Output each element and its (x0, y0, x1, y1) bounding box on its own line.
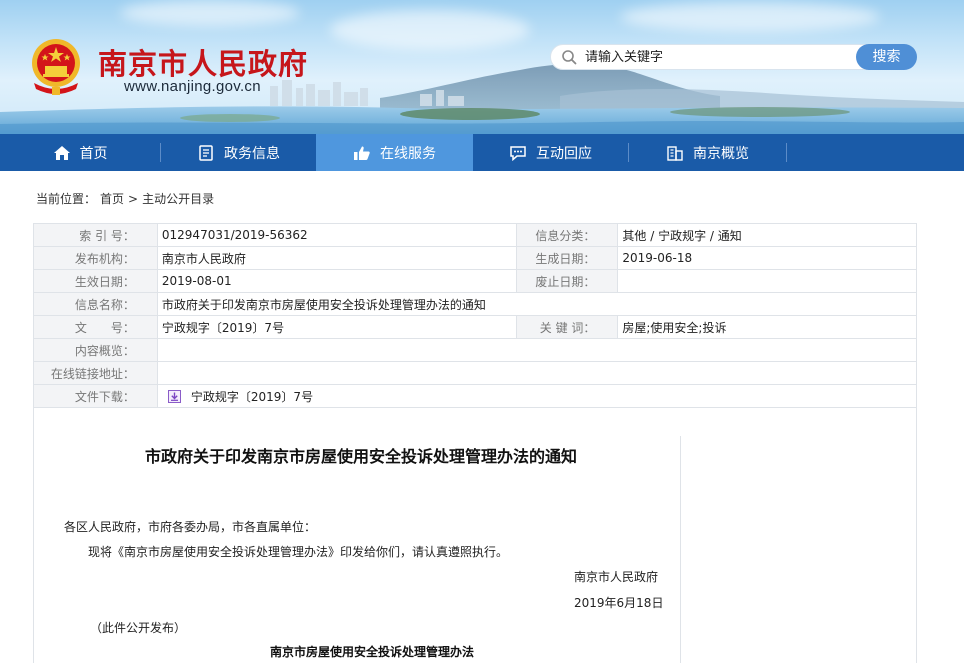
breadcrumb-current-link[interactable]: 主动公开目录 (142, 190, 214, 207)
effective-date-value: 2019-08-01 (156, 269, 518, 293)
main-nav: 首页 政务信息 在线服务 互动回应 南京概览 (0, 134, 964, 171)
article-salutation: 各区人民政府，市府各委办局，市各直属单位： (64, 520, 317, 534)
document-number-label: 文 号： (33, 315, 158, 339)
document-info-table: 索 引 号： 012947031/2019-56362 信息分类： 其他 / 宁… (33, 223, 918, 408)
effective-date-label: 生效日期： (33, 269, 158, 293)
table-row: 文 号： 宁政规字〔2019〕7号 关 键 词： 房屋;使用安全;投诉 (33, 315, 917, 339)
online-link-value (156, 361, 918, 385)
online-link-label: 在线链接地址： (33, 361, 158, 385)
table-row: 生效日期： 2019-08-01 废止日期： (33, 269, 917, 293)
keywords-value: 房屋;使用安全;投诉 (617, 315, 917, 339)
article-divider (680, 436, 681, 663)
document-number-value: 宁政规字〔2019〕7号 (156, 315, 518, 339)
publisher-value: 南京市人民政府 (156, 246, 518, 270)
site-url: www.nanjing.gov.cn (124, 78, 261, 95)
article-note: （此件公开发布） (90, 621, 187, 635)
table-row: 发布机构： 南京市人民政府 生成日期： 2019-06-18 (33, 246, 917, 270)
building-icon (667, 145, 683, 161)
document-icon (199, 144, 213, 161)
index-number-label: 索 引 号： (33, 223, 158, 247)
nav-item-label: 在线服务 (380, 145, 436, 162)
article-signature: 南京市人民政府 (574, 570, 659, 584)
header-banner: 南京市人民政府 www.nanjing.gov.cn 搜索 (0, 0, 964, 134)
site-title: 南京市人民政府 (98, 47, 309, 81)
file-download-cell: 宁政规字〔2019〕7号 (156, 384, 918, 408)
breadcrumb-home-link[interactable]: 首页 (100, 190, 124, 207)
nav-item-government-info[interactable]: 政务信息 (161, 134, 316, 171)
info-name-label: 信息名称： (33, 292, 158, 316)
chat-icon (510, 145, 526, 161)
thumbs-up-icon (354, 146, 370, 160)
nav-item-home[interactable]: 首页 (0, 134, 160, 171)
table-row: 文件下载： 宁政规字〔2019〕7号 (33, 384, 918, 408)
table-row: 信息名称： 市政府关于印发南京市房屋使用安全投诉处理管理办法的通知 (33, 292, 918, 316)
index-number-value: 012947031/2019-56362 (156, 223, 518, 247)
nav-divider (786, 143, 787, 162)
table-row: 在线链接地址： (33, 361, 918, 385)
search-box (550, 44, 880, 70)
breadcrumb-separator: > (128, 191, 139, 206)
nav-item-interaction[interactable]: 互动回应 (473, 134, 628, 171)
summary-value (156, 338, 918, 362)
summary-label: 内容概览： (33, 338, 158, 362)
nav-item-label: 互动回应 (536, 145, 592, 162)
nav-item-online-service[interactable]: 在线服务 (316, 134, 473, 171)
expiry-date-value (617, 269, 917, 293)
search-icon (562, 50, 577, 65)
file-download-link[interactable]: 宁政规字〔2019〕7号 (191, 390, 313, 404)
file-download-label: 文件下载： (33, 384, 158, 408)
attachment-title: 南京市房屋使用安全投诉处理管理办法 (269, 645, 474, 659)
info-name-value: 市政府关于印发南京市房屋使用安全投诉处理管理办法的通知 (156, 292, 918, 316)
breadcrumb: 当前位置： 首页 > 主动公开目录 (36, 190, 214, 207)
search-input[interactable] (585, 49, 865, 65)
category-value: 其他 / 宁政规字 / 通知 (617, 223, 917, 247)
download-icon[interactable] (167, 389, 181, 403)
category-label: 信息分类： (516, 223, 619, 247)
breadcrumb-prefix: 当前位置： (36, 192, 97, 206)
search-button[interactable]: 搜索 (856, 44, 917, 70)
expiry-date-label: 废止日期： (516, 269, 619, 293)
publisher-label: 发布机构： (33, 246, 158, 270)
nav-item-nanjing-overview[interactable]: 南京概览 (629, 134, 786, 171)
created-date-value: 2019-06-18 (617, 246, 917, 270)
table-row: 内容概览： (33, 338, 918, 362)
national-emblem-icon (32, 39, 80, 95)
article-date: 2019年6月18日 (574, 596, 664, 610)
article-title: 市政府关于印发南京市房屋使用安全投诉处理管理办法的通知 (144, 447, 577, 466)
nav-item-label: 政务信息 (224, 145, 280, 162)
keywords-label: 关 键 词： (516, 315, 619, 339)
nav-item-label: 首页 (79, 145, 108, 162)
home-icon (53, 145, 70, 160)
created-date-label: 生成日期： (516, 246, 619, 270)
nav-item-label: 南京概览 (693, 145, 749, 162)
article-body: 现将《南京市房屋使用安全投诉处理管理办法》印发给你们，请认真遵照执行。 (88, 545, 509, 559)
table-row: 索 引 号： 012947031/2019-56362 信息分类： 其他 / 宁… (33, 223, 917, 247)
